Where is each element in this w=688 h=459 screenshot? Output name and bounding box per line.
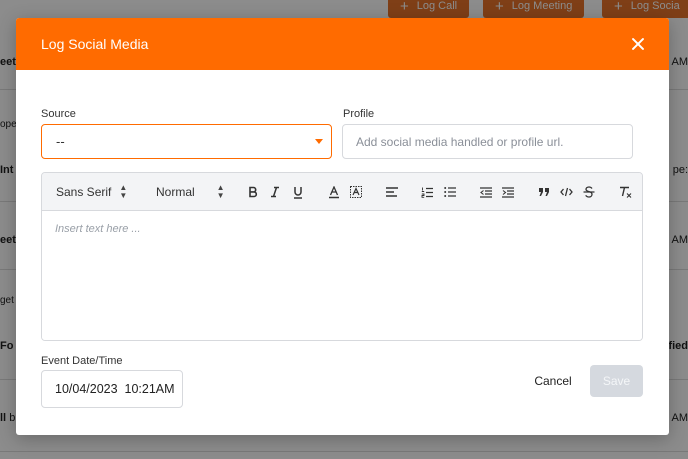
dialog-header: Log Social Media <box>16 18 669 70</box>
source-label: Source <box>41 108 76 120</box>
font-size-picker[interactable]: Normal ▲ ▼ <box>156 173 225 211</box>
profile-input[interactable] <box>342 124 633 159</box>
editor-placeholder: Insert text here ... <box>55 223 141 235</box>
font-family-picker[interactable]: Sans Serif ▲ ▼ <box>56 173 127 211</box>
event-date-label: Event Date/Time <box>41 355 123 367</box>
editor-toolbar: Sans Serif ▲ ▼ Normal ▲ ▼ <box>42 173 642 211</box>
bold-icon[interactable] <box>245 173 261 211</box>
blockquote-icon[interactable] <box>536 173 552 211</box>
ordered-list-icon[interactable] <box>419 173 435 211</box>
underline-icon[interactable] <box>290 173 306 211</box>
outdent-icon[interactable] <box>478 173 494 211</box>
dialog-title: Log Social Media <box>41 36 149 52</box>
log-social-media-dialog: Log Social Media Source Profile -- Sans … <box>16 18 669 435</box>
updown-arrows-icon: ▲ ▼ <box>216 183 225 200</box>
event-date-input[interactable]: 10/04/2023 10:21AM <box>41 370 183 408</box>
notes-editor: Sans Serif ▲ ▼ Normal ▲ ▼ Insert text he… <box>41 172 643 341</box>
bullet-list-icon[interactable] <box>442 173 458 211</box>
indent-icon[interactable] <box>500 173 516 211</box>
caret-down-icon <box>315 139 323 144</box>
editor-body[interactable]: Insert text here ... <box>42 211 642 340</box>
event-date-value: 10/04/2023 10:21AM <box>55 382 175 396</box>
save-button[interactable]: Save <box>590 365 643 397</box>
profile-label: Profile <box>343 108 375 120</box>
background-color-icon[interactable] <box>348 173 364 211</box>
code-icon[interactable] <box>558 173 574 211</box>
cancel-button[interactable]: Cancel <box>525 368 581 394</box>
clear-format-icon[interactable] <box>617 173 633 211</box>
close-icon[interactable] <box>631 37 645 51</box>
source-select[interactable]: -- <box>41 124 332 159</box>
source-value: -- <box>56 134 65 149</box>
italic-icon[interactable] <box>267 173 283 211</box>
updown-arrows-icon: ▲ ▼ <box>119 183 128 200</box>
strike-icon[interactable] <box>581 173 597 211</box>
align-icon[interactable] <box>384 173 400 211</box>
text-color-icon[interactable] <box>326 173 342 211</box>
